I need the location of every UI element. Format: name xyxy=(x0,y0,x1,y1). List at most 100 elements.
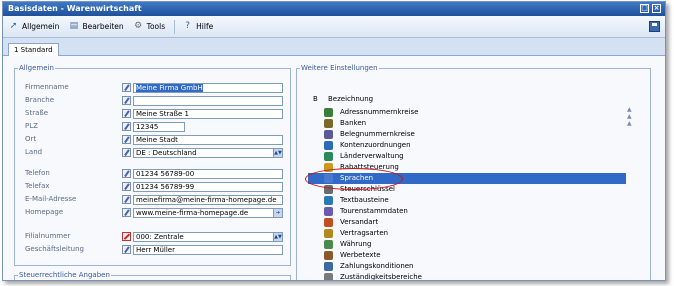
setting-icon xyxy=(324,262,333,271)
select-filialnummer[interactable]: 000: Zentrale ▲▼ xyxy=(133,232,283,242)
tab-strip: 1 Standard xyxy=(3,38,665,57)
save-icon[interactable] xyxy=(649,21,660,32)
menu-bearbeiten-label: Bearbeiten xyxy=(82,22,124,31)
input-telefon[interactable]: 01234 56789-00 xyxy=(133,169,283,179)
label-homepage: Homepage xyxy=(25,208,64,216)
group-allgemein-title: Allgemein xyxy=(18,64,55,72)
list-item[interactable]: Länderverwaltung xyxy=(308,151,626,162)
setting-icon xyxy=(324,141,333,150)
list-item[interactable]: Werbetexte xyxy=(308,250,626,261)
setting-icon xyxy=(324,273,333,280)
edit-strasse-icon[interactable] xyxy=(122,109,131,118)
tab-standard[interactable]: 1 Standard xyxy=(8,43,59,57)
land-dropdown-icon[interactable]: ▲▼ xyxy=(273,149,282,157)
list-item[interactable]: Vertragsarten xyxy=(308,228,626,239)
group-steuer: Steuerrechtliche Angaben xyxy=(14,271,291,280)
label-email: E-Mail-Adresse xyxy=(25,195,77,203)
edit-ort-icon[interactable] xyxy=(122,135,131,144)
homepage-value: www.meine-firma-homepage.de xyxy=(136,209,249,217)
title-bar: Basisdaten - Warenwirtschaft □ × xyxy=(3,2,665,16)
input-geschaeftsleitung[interactable]: Herr Müller xyxy=(133,245,283,255)
list-item[interactable]: Kontenzuordnungen xyxy=(308,140,626,151)
input-homepage[interactable]: www.meine-firma-homepage.de ➔ xyxy=(133,208,283,218)
menu-tools-label: Tools xyxy=(146,22,166,31)
firmenname-value: Meine Firma GmbH xyxy=(136,84,203,92)
list-item[interactable]: Tourenstammdaten xyxy=(308,206,626,217)
column-b-header[interactable]: B xyxy=(313,95,318,103)
setting-icon xyxy=(324,152,333,161)
column-bezeichnung-header[interactable]: Bezeichnung xyxy=(328,95,373,103)
edit-land-icon[interactable] xyxy=(122,148,131,157)
list-item-label: Vertragsarten xyxy=(340,229,389,237)
group-allgemein: Allgemein Firmenname Meine Firma GmbH Br… xyxy=(14,64,291,266)
select-land[interactable]: DE : Deutschland ▲▼ xyxy=(133,148,283,158)
edit-branche-icon[interactable] xyxy=(122,96,131,105)
list-item[interactable]: Zuständigkeitsbereiche xyxy=(308,272,626,281)
main-window: Basisdaten - Warenwirtschaft □ × ➚ Allge… xyxy=(2,1,666,281)
land-value: DE : Deutschland xyxy=(136,149,197,157)
edit-firmenname-icon[interactable] xyxy=(122,83,131,92)
edit-filialnummer-icon[interactable] xyxy=(122,232,131,241)
list-item-label: Zuständigkeitsbereiche xyxy=(340,273,422,281)
list-header: B Bezeichnung xyxy=(308,95,628,106)
list-item-label: Zahlungskonditionen xyxy=(340,262,414,270)
edit-geschaeftsleitung-icon[interactable] xyxy=(122,245,131,254)
edit-telefon-icon[interactable] xyxy=(122,169,131,178)
setting-icon xyxy=(324,108,333,117)
document-icon: ▤ xyxy=(69,21,79,31)
list-item-label: Tourenstammdaten xyxy=(340,207,408,215)
edit-homepage-icon[interactable] xyxy=(122,208,131,217)
edit-email-icon[interactable] xyxy=(122,195,131,204)
input-firmenname[interactable]: Meine Firma GmbH xyxy=(133,83,283,93)
group-weitere-title: Weitere Einstellungen xyxy=(300,64,379,72)
label-strasse: Straße xyxy=(25,109,49,117)
input-email[interactable]: meinefirma@meine-firma-homepage.de xyxy=(133,195,283,205)
input-branche[interactable] xyxy=(133,96,283,106)
list-item-label: Währung xyxy=(340,240,372,248)
list-item[interactable]: Banken xyxy=(308,118,626,129)
list-item[interactable]: Adressnummernkreise xyxy=(308,107,626,118)
input-ort[interactable]: Meine Stadt xyxy=(133,135,283,145)
list-item[interactable]: Belegnummernkreise xyxy=(308,129,626,140)
group-steuer-title: Steuerrechtliche Angaben xyxy=(18,271,111,279)
maximize-icon[interactable]: □ xyxy=(640,4,649,13)
list-item[interactable]: Zahlungskonditionen xyxy=(308,261,626,272)
label-plz: PLZ xyxy=(25,122,38,130)
menu-allgemein[interactable]: ➚ Allgemein xyxy=(8,21,60,32)
list-item-label: Länderverwaltung xyxy=(340,152,404,160)
list-item-label: Banken xyxy=(340,119,367,127)
menu-allgemein-label: Allgemein xyxy=(22,22,60,31)
input-strasse[interactable]: Meine Straße 1 xyxy=(133,109,283,119)
setting-icon xyxy=(324,229,333,238)
content-area: Allgemein Firmenname Meine Firma GmbH Br… xyxy=(3,56,665,281)
list-item-label: Werbetexte xyxy=(340,251,381,259)
setting-icon xyxy=(324,119,333,128)
setting-icon xyxy=(324,196,333,205)
menu-tools[interactable]: ⚙ Tools xyxy=(133,21,165,32)
input-plz[interactable]: 12345 xyxy=(133,122,185,132)
label-land: Land xyxy=(25,148,43,156)
edit-telefax-icon[interactable] xyxy=(122,182,131,191)
label-filialnummer: Filialnummer xyxy=(25,232,71,240)
list-item-label: Versandart xyxy=(340,218,379,226)
setting-icon xyxy=(324,130,333,139)
input-telefax[interactable]: 01234 56789-99 xyxy=(133,182,283,192)
menu-bearbeiten[interactable]: ▤ Bearbeiten xyxy=(68,21,124,32)
filialnummer-dropdown-icon[interactable]: ▲▼ xyxy=(273,233,282,241)
filialnummer-value: 000: Zentrale xyxy=(136,233,184,241)
help-icon: ? xyxy=(185,21,191,31)
list-item-label: Kontenzuordnungen xyxy=(340,141,411,149)
label-telefax: Telefax xyxy=(25,182,50,190)
group-weitere: Weitere Einstellungen B Bezeichnung ▲ ▲ ▲ … xyxy=(296,64,651,281)
edit-plz-icon[interactable] xyxy=(122,122,131,131)
list-item-label: Belegnummernkreise xyxy=(340,130,415,138)
list-item[interactable]: Versandart xyxy=(308,217,626,228)
close-icon[interactable]: × xyxy=(652,4,661,13)
list-item[interactable]: Textbausteine xyxy=(308,195,626,206)
setting-icon xyxy=(324,218,333,227)
scroll-arrows-icon[interactable]: ▲ ▲ ▲ xyxy=(627,106,632,127)
menu-separator xyxy=(174,19,176,34)
menu-hilfe[interactable]: ? Hilfe xyxy=(182,21,213,32)
open-homepage-icon[interactable]: ➔ xyxy=(273,209,282,217)
list-item[interactable]: Währung xyxy=(308,239,626,250)
